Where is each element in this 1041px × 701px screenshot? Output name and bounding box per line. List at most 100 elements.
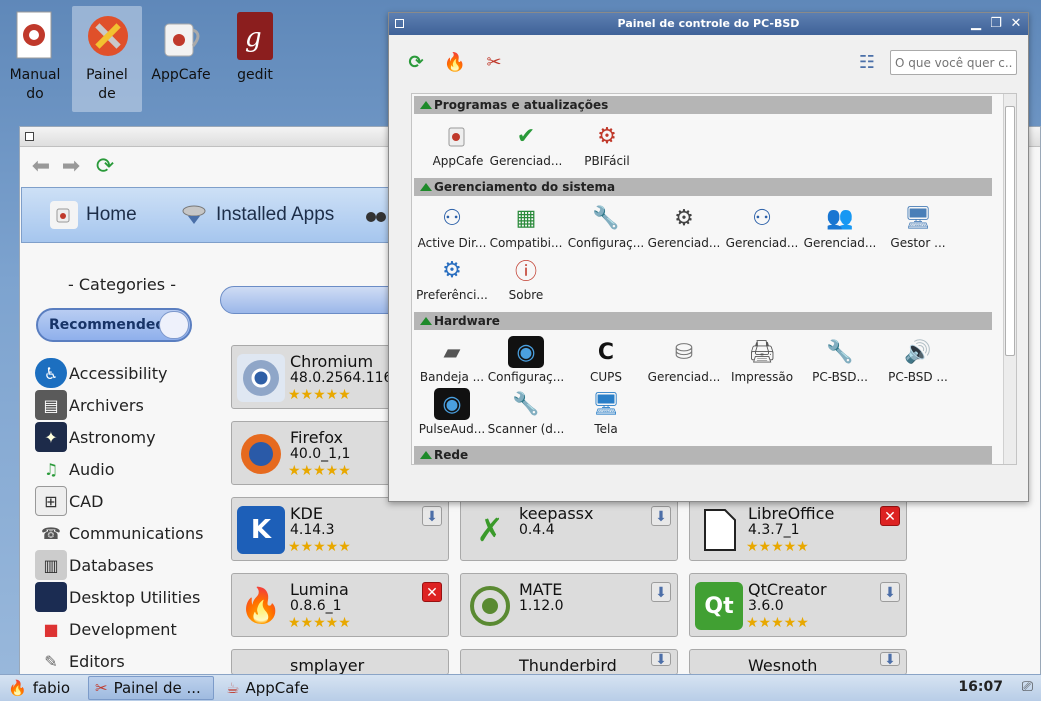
cp-item-manager-4[interactable]: 🖥 Gestor ... <box>878 202 958 254</box>
category-cad[interactable]: ⊞ CAD <box>35 485 203 517</box>
forward-arrow-icon[interactable]: ➡ <box>58 154 84 180</box>
network-tray-icon[interactable]: ⎚ <box>1022 679 1033 695</box>
scrollbar[interactable] <box>1003 94 1016 464</box>
refresh-icon[interactable]: ⟳ <box>404 51 428 75</box>
rating-stars: ★★★★★ <box>288 387 351 403</box>
category-editors[interactable]: ✎ Editors <box>35 645 203 677</box>
cp-item-compatibility[interactable]: ▦ Compatibi... <box>486 202 566 254</box>
toggle-knob[interactable] <box>159 311 189 339</box>
category-databases[interactable]: ▥ Databases <box>35 549 203 581</box>
app-card-kde[interactable]: K KDE 4.14.3 ★★★★★ ⬇ <box>231 497 449 561</box>
cp-item-pcbsd-1[interactable]: 🔧 PC-BSD... <box>800 336 880 388</box>
cp-item-pbifacil[interactable]: ⚙ PBIFácil <box>567 120 647 172</box>
network-users-icon: ⚇ <box>752 205 772 231</box>
cp-item-configuration[interactable]: 🔧 Configuraç... <box>566 202 646 254</box>
recommended-toggle[interactable]: Recommended <box>36 308 192 342</box>
category-desktop-utilities[interactable]: Desktop Utilities <box>35 581 203 613</box>
section-hardware[interactable]: Hardware <box>414 312 992 330</box>
category-development[interactable]: ■ Development <box>35 613 203 645</box>
download-icon[interactable]: ⬇ <box>880 582 900 602</box>
tab-home[interactable]: Home <box>50 200 137 230</box>
tab-more[interactable] <box>362 200 390 230</box>
audio-icon: ♫ <box>43 459 59 479</box>
category-archivers[interactable]: ▤ Archivers <box>35 389 203 421</box>
cp-item-about[interactable]: ⓘ Sobre <box>486 254 566 306</box>
app-card-wesnoth[interactable]: Wesnoth ⬇ <box>689 649 907 675</box>
coffee-cup-icon: ☕ <box>226 679 240 697</box>
download-icon[interactable]: ⬇ <box>651 582 671 602</box>
wrench-icon: 🔧 <box>592 205 620 231</box>
remove-icon[interactable]: ✕ <box>422 582 442 602</box>
cad-icon: ⊞ <box>35 486 67 516</box>
window-menu-icon[interactable] <box>25 132 34 141</box>
tools-icon[interactable]: ✂ <box>482 51 506 75</box>
cp-item-pcbsd-2[interactable]: 🔊 PC-BSD ... <box>878 336 958 388</box>
cp-item-disk-manager[interactable]: ⛁ Gerenciad... <box>644 336 724 388</box>
archive-icon: ▤ <box>35 390 67 420</box>
cp-item-printing[interactable]: 🖨 Impressão <box>722 336 802 388</box>
scrollbar-thumb[interactable] <box>1005 106 1015 356</box>
control-panel-search-input[interactable] <box>890 50 1017 75</box>
cp-item-cups[interactable]: C CUPS <box>566 336 646 388</box>
desktop-icon-appcafe[interactable]: AppCafe <box>146 6 216 112</box>
cp-item-manager-1[interactable]: ⚙ Gerenciad... <box>644 202 724 254</box>
cp-item-sound-config[interactable]: ◉ Configuraç... <box>486 336 566 388</box>
desktop-icon-manual[interactable]: Manual do <box>0 6 70 112</box>
sound-icon: ◉ <box>508 336 544 368</box>
download-icon[interactable]: ⬇ <box>422 506 442 526</box>
app-card-qtcreator[interactable]: Qt QtCreator 3.6.0 ★★★★★ ⬇ <box>689 573 907 637</box>
section-programs[interactable]: Programas e atualizações <box>414 96 992 114</box>
cp-item-scanner[interactable]: 🔧 Scanner (d... <box>486 388 566 440</box>
control-panel-toolbar: ⟳ 🔥 ✂ ☷ <box>389 36 1028 86</box>
kde-icon: K <box>237 506 285 554</box>
section-network[interactable]: Rede <box>414 446 992 464</box>
category-accessibility[interactable]: ♿ Accessibility <box>35 357 203 389</box>
desktop-icon-gedit[interactable]: g gedit <box>220 6 290 112</box>
window-menu-icon[interactable] <box>395 19 404 28</box>
tab-installed-apps[interactable]: Installed Apps <box>180 200 334 230</box>
gear-icon: ⚙ <box>442 257 462 283</box>
app-card-mate[interactable]: MATE 1.12.0 ⬇ <box>460 573 678 637</box>
cp-item-update-manager[interactable]: ✔ Gerenciad... <box>486 120 566 172</box>
app-card-libreoffice[interactable]: LibreOffice 4.3.7_1 ★★★★★ ✕ <box>689 497 907 561</box>
rating-stars: ★★★★★ <box>746 615 809 631</box>
maximize-icon[interactable]: ❐ <box>988 16 1004 32</box>
installed-drive-icon <box>180 201 208 229</box>
cp-item-display[interactable]: 🖥 Tela <box>566 388 646 440</box>
app-card-thunderbird[interactable]: Thunderbird ⬇ <box>460 649 678 675</box>
cp-item-preferences[interactable]: ⚙ Preferênci... <box>412 254 492 306</box>
cp-item-active-directory[interactable]: ⚇ Active Dir... <box>412 202 492 254</box>
taskbar-user-menu[interactable]: 🔥 fabio <box>2 676 76 700</box>
gear-icon: ⚙ <box>674 205 694 231</box>
cp-item-pulseaudio[interactable]: ◉ PulseAud... <box>412 388 492 440</box>
download-icon[interactable]: ⬇ <box>880 652 900 667</box>
desktop-icon-painel[interactable]: Painel de <box>72 6 142 112</box>
download-icon[interactable]: ⬇ <box>651 506 671 526</box>
tools-icon <box>83 8 131 64</box>
view-mode-icon[interactable]: ☷ <box>855 51 879 75</box>
app-card-keepassx[interactable]: ✗ keepassx 0.4.4 ⬇ <box>460 497 678 561</box>
minimize-icon[interactable]: ▁ <box>968 16 984 32</box>
close-icon[interactable]: ✕ <box>1008 16 1024 32</box>
cp-item-manager-3[interactable]: 👥 Gerenciad... <box>800 202 880 254</box>
cp-item-manager-2[interactable]: ⚇ Gerenciad... <box>722 202 802 254</box>
back-arrow-icon[interactable]: ⬅ <box>28 154 54 180</box>
accessibility-icon: ♿ <box>35 358 67 388</box>
section-system[interactable]: Gerenciamento do sistema <box>414 178 992 196</box>
cp-item-tray[interactable]: ▰ Bandeja ... <box>412 336 492 388</box>
firefox-icon <box>237 430 285 478</box>
svg-text:g: g <box>245 23 262 53</box>
app-card-lumina[interactable]: 🔥 Lumina 0.8.6_1 ★★★★★ ✕ <box>231 573 449 637</box>
control-panel-titlebar[interactable]: Painel de controle do PC-BSD ▁ ❐ ✕ <box>389 13 1028 35</box>
remove-icon[interactable]: ✕ <box>880 506 900 526</box>
app-card-smplayer[interactable]: smplayer <box>231 649 449 675</box>
fire-menu-icon[interactable]: 🔥 <box>443 51 467 75</box>
category-communications[interactable]: ☎ Communications <box>35 517 203 549</box>
download-icon[interactable]: ⬇ <box>651 652 671 667</box>
clock: 16:07 <box>958 679 1003 695</box>
category-astronomy[interactable]: ✦ Astronomy <box>35 421 203 453</box>
taskbar-task-appcafe[interactable]: ☕ AppCafe <box>220 676 315 700</box>
category-audio[interactable]: ♫ Audio <box>35 453 203 485</box>
refresh-icon[interactable]: ⟳ <box>92 154 118 180</box>
taskbar-task-painel[interactable]: ✂ Painel de ... <box>88 676 214 700</box>
